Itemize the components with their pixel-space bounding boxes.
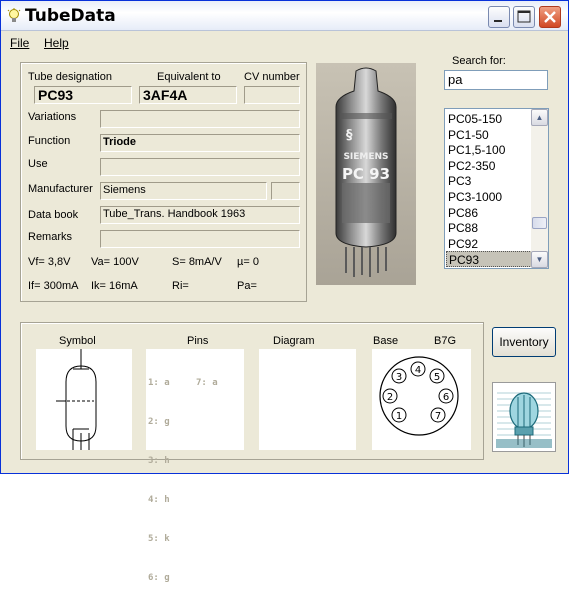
- scroll-thumb[interactable]: [532, 217, 547, 229]
- base-box: 1 2 3 4 5 6 7: [372, 349, 471, 450]
- base-pin-5: 5: [434, 372, 440, 383]
- tube-designation-label: Tube designation: [28, 71, 112, 83]
- use-label: Use: [28, 158, 48, 170]
- param-va: Va= 100V: [91, 256, 139, 268]
- app-logo: [492, 382, 556, 452]
- menu-help[interactable]: Help: [44, 36, 69, 50]
- title-bar: TubeData: [1, 1, 568, 31]
- scroll-down-button[interactable]: ▼: [531, 251, 548, 268]
- manufacturer-label: Manufacturer: [28, 183, 93, 195]
- base-pin-1: 1: [396, 411, 402, 422]
- symbol-label: Symbol: [59, 335, 96, 347]
- param-s: S= 8mA/V: [172, 256, 222, 268]
- svg-text:§: §: [346, 128, 353, 143]
- cv-number-label: CV number: [244, 71, 300, 83]
- function-field[interactable]: Triode: [100, 134, 300, 152]
- param-pa: Pa=: [237, 280, 257, 292]
- scroll-up-button[interactable]: ▲: [531, 109, 548, 126]
- results-list-item[interactable]: PC93: [446, 251, 532, 268]
- results-list-item[interactable]: PC1,5-100: [446, 142, 532, 158]
- equivalent-label: Equivalent to: [157, 71, 221, 83]
- base-pin-3: 3: [396, 372, 402, 383]
- pins-box: 1: a 2: g 3: h 4: h 5: k 6: g 7: a: [146, 349, 244, 583]
- manufacturer-field[interactable]: Siemens: [100, 182, 267, 200]
- base-label: Base: [373, 335, 399, 347]
- manufacturer-extra-field[interactable]: [271, 182, 300, 200]
- param-ri: Ri=: [172, 280, 189, 292]
- minimize-button[interactable]: [488, 6, 510, 28]
- tube-logo-icon: [493, 383, 555, 451]
- databook-label: Data book: [28, 209, 79, 221]
- menu-bar: File Help: [1, 32, 568, 54]
- search-input[interactable]: pa: [444, 70, 548, 90]
- pins-label: Pins: [187, 335, 209, 347]
- tube-brand-text: SIEMENS: [343, 152, 388, 162]
- results-list-item[interactable]: PC3-1000: [446, 189, 532, 205]
- chevron-down-icon: ▼: [535, 255, 544, 264]
- results-list-item[interactable]: PC1-50: [446, 127, 532, 143]
- diagram-label: Diagram: [273, 335, 315, 347]
- symbol-box: [36, 349, 132, 450]
- results-list-item[interactable]: PC88: [446, 220, 532, 236]
- minimize-icon: [494, 20, 502, 22]
- param-mu: µ= 0: [237, 256, 259, 268]
- base-pin-6: 6: [443, 392, 449, 403]
- variations-label: Variations: [28, 111, 77, 123]
- chevron-up-icon: ▲: [535, 113, 544, 122]
- menu-file[interactable]: File: [10, 36, 29, 50]
- results-list-item[interactable]: PC3: [446, 173, 532, 189]
- inventory-button[interactable]: Inventory: [492, 327, 556, 357]
- window-title: TubeData: [25, 6, 116, 26]
- tube-type-text: PC 93: [342, 165, 390, 183]
- search-label: Search for:: [452, 55, 506, 67]
- results-scrollbar[interactable]: ▲ ▼: [531, 109, 548, 268]
- results-list-item[interactable]: PC92: [446, 236, 532, 252]
- results-list-item[interactable]: PC86: [446, 205, 532, 221]
- remarks-field[interactable]: [100, 230, 300, 248]
- maximize-button[interactable]: [513, 6, 535, 28]
- tube-photo: § SIEMENS PC 93: [316, 63, 416, 285]
- tube-designation-field[interactable]: PC93: [34, 86, 132, 104]
- lightbulb-icon: [7, 8, 21, 22]
- pins-col2: 7: a: [196, 378, 218, 388]
- databook-field[interactable]: Tube_Trans. Handbook 1963: [100, 206, 300, 224]
- b7g-base-diagram: 1 2 3 4 5 6 7: [379, 356, 459, 436]
- app-window: TubeData File Help Tube designation Equi…: [0, 0, 569, 583]
- triode-symbol: [56, 349, 97, 450]
- param-ik: Ik= 16mA: [91, 280, 138, 292]
- close-button[interactable]: [539, 6, 561, 28]
- base-type-label: B7G: [434, 335, 457, 347]
- diagram-box: [259, 349, 356, 450]
- equivalent-field[interactable]: 3AF4A: [139, 86, 237, 104]
- close-icon: [544, 11, 556, 23]
- param-vf: Vf= 3,8V: [28, 256, 71, 268]
- results-list-item[interactable]: PC2-350: [446, 158, 532, 174]
- use-field[interactable]: [100, 158, 300, 176]
- results-list-item[interactable]: PC05-150: [446, 111, 532, 127]
- pins-col1: 1: a 2: g 3: h 4: h 5: k 6: g: [148, 378, 170, 583]
- results-listbox[interactable]: PC05-150 PC1-50 PC1,5-100 PC2-350 PC3 PC3-100…: [444, 108, 549, 269]
- base-pin-2: 2: [387, 392, 393, 403]
- function-label: Function: [28, 135, 71, 147]
- variations-field[interactable]: [100, 110, 300, 128]
- maximize-icon: [517, 10, 531, 23]
- remarks-label: Remarks: [28, 231, 73, 243]
- base-pin-4: 4: [415, 365, 421, 376]
- tube-image: § SIEMENS PC 93: [316, 63, 416, 285]
- base-pin-7: 7: [435, 411, 441, 422]
- param-if: If= 300mA: [28, 280, 79, 292]
- cv-number-field[interactable]: [244, 86, 300, 104]
